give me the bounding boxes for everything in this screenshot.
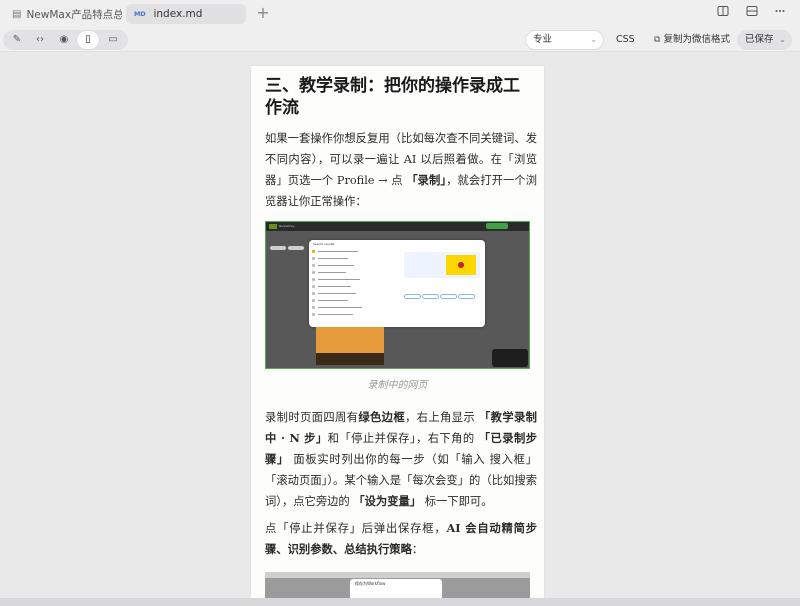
- bottom-scroll-strip: [0, 598, 800, 606]
- document-icon: ▤: [12, 8, 22, 20]
- flag-image: [446, 255, 476, 275]
- recorded-steps-panel: [492, 349, 528, 367]
- copy-wechat-button[interactable]: ⧉ 复制为微信格式: [654, 30, 730, 50]
- tab-index-md[interactable]: MD index.md: [126, 4, 246, 24]
- screenshot-chips: [404, 284, 476, 303]
- screenshot-navbar: NewsRiley: [266, 222, 529, 231]
- copy-wechat-label: 复制为微信格式: [663, 34, 730, 45]
- copy-icon: ⧉: [654, 35, 661, 45]
- figure-caption: 录制中的网页: [367, 380, 428, 391]
- markdown-icon: MD: [134, 10, 146, 18]
- paragraph-save: 点「停止并保存」后弹出保存框，AI 会自动精简步骤、识别参数、总结执行策略：: [265, 521, 537, 556]
- screenshot-photo: [316, 327, 384, 365]
- tab-label: NewMax产品特点总结: [26, 8, 122, 21]
- document-area: 三、教学录制：把你的操作录成工作流 如果一套操作你想反复用（比如每次查不同关键词…: [0, 53, 800, 606]
- more-icon[interactable]: [771, 5, 789, 23]
- code-icon[interactable]: ‹›: [29, 31, 51, 49]
- phone-icon[interactable]: ▯: [77, 31, 99, 49]
- theme-select-value: 专业: [533, 34, 553, 45]
- saved-label: 已保存: [745, 34, 774, 45]
- chevron-down-icon: ⌄: [779, 35, 786, 44]
- recording-screenshot: NewsRiley Search results: [265, 221, 530, 369]
- eye-icon[interactable]: ◉: [53, 31, 75, 49]
- pencil-icon[interactable]: ✎: [6, 31, 28, 49]
- split-horizontal-icon[interactable]: [743, 5, 761, 23]
- new-tab-button[interactable]: +: [254, 3, 272, 23]
- save-dialog-title: 保存为Workflow: [355, 581, 386, 586]
- tablet-icon[interactable]: ▭: [102, 31, 124, 49]
- theme-select[interactable]: 专业 ⌄: [525, 30, 604, 50]
- split-vertical-icon[interactable]: [714, 5, 732, 23]
- editor-toolbar: ✎ ‹› ◉ ▯ ▭ 专业 ⌄ CSS ⧉ 复制为微信格式 已保存 ⌄: [0, 28, 800, 52]
- chevron-down-icon: ⌄: [590, 35, 597, 44]
- section-heading: 三、教学录制：把你的操作录成工作流: [265, 76, 520, 118]
- view-mode-group: ✎ ‹› ◉ ▯ ▭: [3, 30, 128, 50]
- css-button[interactable]: CSS: [616, 30, 635, 50]
- title-bar: ▤ NewMax产品特点总结 MD index.md +: [0, 0, 800, 28]
- screenshot-result-list: [312, 249, 382, 319]
- screenshot-logo: [269, 224, 277, 229]
- recording-status-badge: [486, 223, 508, 229]
- tab-label: index.md: [153, 8, 203, 20]
- paragraph-intro: 如果一套操作你想反复用（比如每次查不同关键词、发不同内容），可以录一遍让 AI …: [265, 132, 537, 208]
- tab-newmax-summary[interactable]: ▤ NewMax产品特点总结: [4, 4, 122, 24]
- screenshot-pills: [270, 235, 306, 254]
- screenshot-result-card: [404, 252, 480, 278]
- screenshot-search-panel: Search results: [309, 240, 485, 327]
- bold-text: 「录制」: [406, 173, 447, 187]
- mobile-preview-page: 三、教学录制：把你的操作录成工作流 如果一套操作你想反复用（比如每次查不同关键词…: [251, 66, 544, 606]
- saved-button[interactable]: 已保存 ⌄: [737, 30, 792, 50]
- paragraph-recording: 录制时页面四周有绿色边框，右上角显示 「教学录制中 · N 步」和「停止并保存」…: [265, 410, 537, 508]
- screenshot-brand: NewsRiley: [279, 224, 295, 228]
- screenshot-dialog-title: Search results: [313, 242, 335, 246]
